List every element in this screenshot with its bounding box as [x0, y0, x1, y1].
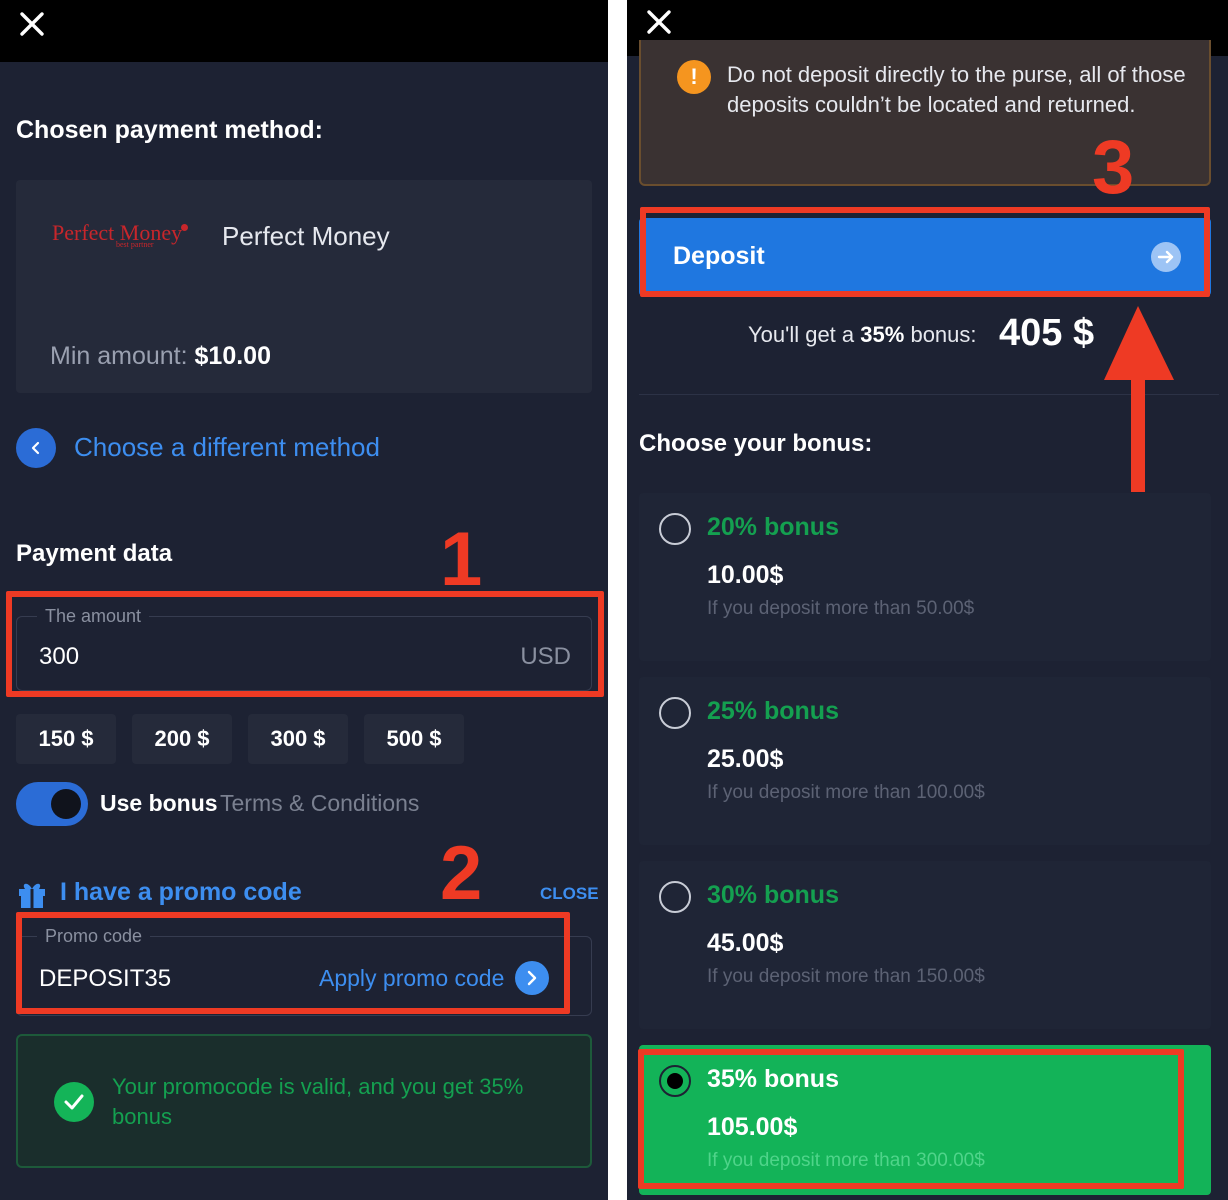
min-amount: Min amount: $10.00 [50, 342, 271, 371]
preset-amount-150[interactable]: 150 $ [16, 714, 116, 764]
highlight-amount [6, 591, 604, 697]
bonus-summary: You'll get a 35% bonus: [748, 322, 977, 348]
radio-button[interactable] [659, 513, 691, 545]
bonus-summary-suffix: bonus: [910, 322, 977, 347]
chevron-left-icon[interactable] [16, 428, 56, 468]
close-icon[interactable] [18, 10, 46, 38]
terms-conditions-link[interactable]: Terms & Conditions [220, 790, 419, 817]
bonus-option-title: 30% bonus [707, 881, 839, 909]
min-amount-value: $10.00 [194, 342, 271, 370]
bonus-option-25[interactable]: 25% bonus 25.00$ If you deposit more tha… [639, 677, 1211, 845]
top-bar [0, 0, 608, 62]
check-icon [54, 1082, 94, 1122]
step-number-2: 2 [440, 831, 483, 916]
bonus-option-30[interactable]: 30% bonus 45.00$ If you deposit more tha… [639, 861, 1211, 1029]
use-bonus-label: Use bonus [100, 790, 218, 816]
promo-valid-message: Your promocode is valid, and you get 35%… [16, 1034, 592, 1168]
promo-code-toggle[interactable]: I have a promo code [60, 878, 302, 907]
payment-method-name: Perfect Money [222, 221, 390, 251]
bonus-total: 405 $ [999, 312, 1095, 354]
bonus-option-condition: If you deposit more than 100.00$ [707, 782, 985, 803]
close-icon[interactable] [645, 8, 673, 36]
toggle-knob [51, 789, 81, 819]
radio-button[interactable] [659, 697, 691, 729]
choose-bonus-title: Choose your bonus: [639, 430, 873, 457]
bonus-option-condition: If you deposit more than 150.00$ [707, 966, 985, 987]
bonus-option-amount: 25.00$ [707, 745, 784, 773]
preset-amount-200[interactable]: 200 $ [132, 714, 232, 764]
highlight-deposit-button [640, 207, 1210, 297]
bonus-option-condition: If you deposit more than 50.00$ [707, 598, 975, 619]
gift-icon [16, 878, 48, 910]
radio-button[interactable] [659, 881, 691, 913]
preset-amount-500[interactable]: 500 $ [364, 714, 464, 764]
bonus-panel: ! Do not deposit directly to the purse, … [627, 0, 1228, 1200]
step-number-3: 3 [1092, 125, 1135, 210]
promo-valid-text: Your promocode is valid, and you get 35%… [112, 1074, 524, 1129]
payment-data-title: Payment data [16, 540, 173, 567]
bonus-option-title: 25% bonus [707, 697, 839, 725]
payment-method-card[interactable]: Perfect Money best partner Perfect Money… [16, 180, 592, 393]
warning-text: Do not deposit directly to the purse, al… [727, 62, 1186, 117]
bonus-option-amount: 10.00$ [707, 561, 784, 589]
perfect-money-logo-sub: best partner [116, 240, 154, 249]
min-amount-label: Min amount: [50, 342, 188, 370]
highlight-promo-code [16, 912, 570, 1014]
warning-icon: ! [677, 60, 711, 94]
highlight-35-bonus [638, 1049, 1184, 1189]
logo-dot-icon [181, 224, 188, 231]
preset-amount-300[interactable]: 300 $ [248, 714, 348, 764]
bonus-option-amount: 45.00$ [707, 929, 784, 957]
bonus-summary-percent: 35% [860, 322, 905, 347]
promo-close-link[interactable]: CLOSE [540, 884, 599, 904]
bonus-summary-prefix: You'll get a [748, 322, 855, 347]
bonus-option-title: 20% bonus [707, 513, 839, 541]
step-number-1: 1 [440, 517, 483, 602]
use-bonus-toggle[interactable] [16, 782, 88, 826]
bonus-option-20[interactable]: 20% bonus 10.00$ If you deposit more tha… [639, 493, 1211, 661]
chosen-method-title: Chosen payment method: [16, 116, 323, 144]
arrow-up-icon [1104, 306, 1174, 492]
choose-different-method-link[interactable]: Choose a different method [74, 432, 380, 463]
